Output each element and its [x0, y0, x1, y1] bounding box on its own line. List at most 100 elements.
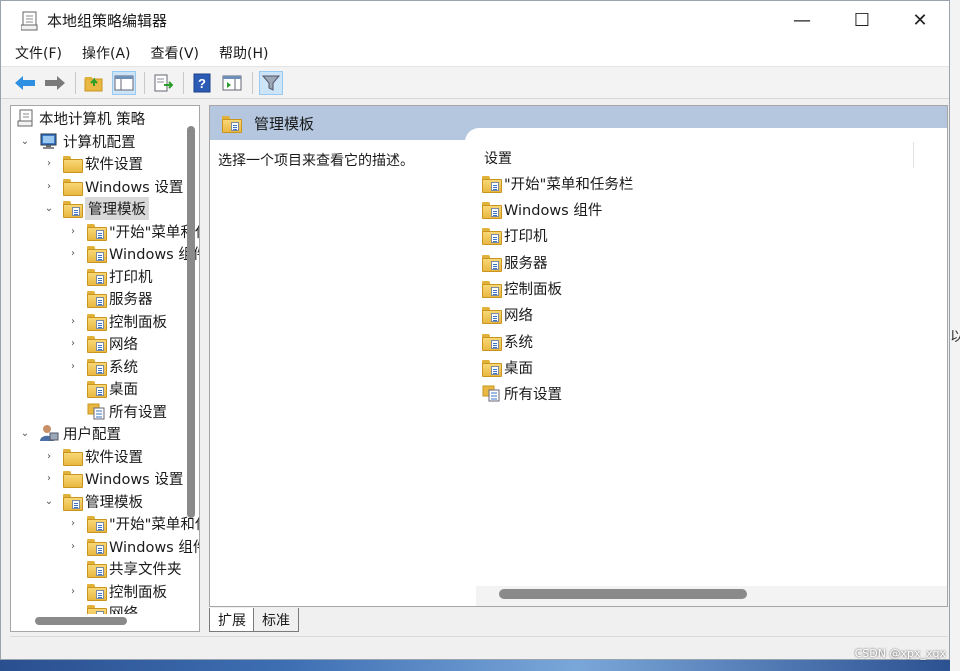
filter-button[interactable] [259, 70, 283, 95]
chevron-right-icon[interactable]: › [67, 316, 79, 327]
chevron-down-icon[interactable]: ⌄ [19, 136, 31, 147]
policy-folder-icon [87, 245, 107, 263]
details-horizontal-scrollbar[interactable] [499, 589, 747, 599]
tree-item-label: 系统 [109, 359, 138, 376]
tree-root[interactable]: 本地计算机 策略 [17, 107, 145, 129]
column-divider[interactable] [913, 142, 914, 168]
tree-item[interactable]: › Windows 组件 [11, 242, 199, 264]
chevron-right-icon[interactable]: › [43, 158, 55, 169]
tree-item[interactable]: › 网络 [11, 332, 138, 354]
properties-pane-button[interactable] [220, 71, 244, 95]
tree-item[interactable]: 网络 [11, 602, 138, 614]
menu-bar: 文件(F) 操作(A) 查看(V) 帮助(H) [1, 40, 949, 67]
tree-item-label: 控制面板 [109, 314, 167, 331]
back-button[interactable] [13, 71, 37, 95]
tree-item[interactable]: 共享文件夹 [11, 557, 182, 579]
tree-item[interactable]: › 控制面板 [11, 580, 167, 602]
tree-item[interactable]: › Windows 设置 [11, 467, 183, 489]
chevron-down-icon[interactable]: ⌄ [43, 496, 55, 507]
export-list-icon [154, 74, 173, 91]
chevron-down-icon[interactable]: ⌄ [43, 203, 55, 214]
list-item[interactable]: 网络 [482, 303, 533, 325]
chevron-right-icon[interactable]: › [67, 586, 79, 597]
tree-item-label: 管理模板 [85, 494, 143, 511]
folder-icon [63, 178, 83, 196]
tree-item-admin-templates-selected[interactable]: ⌄ 管理模板 [11, 196, 149, 220]
tab-extended[interactable]: 扩展 [209, 608, 255, 632]
tree-item-label: 控制面板 [109, 584, 167, 601]
tree-item[interactable]: › Windows 组件 [11, 535, 199, 557]
list-item-label: 系统 [504, 334, 533, 351]
help-icon: ? [193, 73, 211, 92]
list-item[interactable]: 系统 [482, 330, 533, 352]
list-item[interactable]: "开始"菜单和任务栏 [482, 172, 633, 194]
tree-item[interactable]: › 软件设置 [11, 445, 143, 467]
show-hide-tree-button[interactable] [112, 70, 136, 95]
tree-item[interactable]: › "开始"菜单和任务栏 [11, 512, 199, 534]
tree-item[interactable]: › 控制面板 [11, 310, 167, 332]
close-button[interactable]: ✕ [891, 1, 949, 40]
chevron-down-icon[interactable]: ⌄ [19, 428, 31, 439]
description-text: 选择一个项目来查看它的描述。 [218, 153, 414, 169]
chevron-right-icon[interactable]: › [67, 518, 79, 529]
tree-item[interactable]: 所有设置 [11, 400, 167, 422]
tree-item[interactable]: 服务器 [11, 287, 153, 309]
export-list-button[interactable] [151, 71, 175, 95]
tree-item[interactable]: › "开始"菜单和任务栏 [11, 220, 199, 242]
folder-icon [63, 448, 83, 466]
tree-item[interactable]: › 系统 [11, 355, 138, 377]
chevron-right-icon[interactable]: › [43, 473, 55, 484]
title-bar[interactable]: 本地组策略编辑器 — ☐ ✕ [1, 1, 949, 40]
chevron-right-icon[interactable]: › [43, 181, 55, 192]
menu-view[interactable]: 查看(V) [151, 43, 200, 63]
forward-button[interactable] [43, 71, 67, 95]
chevron-right-icon[interactable]: › [67, 248, 79, 259]
tree-item[interactable]: › Windows 设置 [11, 175, 183, 197]
tree-item-label: 打印机 [109, 269, 153, 286]
column-header-setting[interactable]: 设置 [484, 148, 512, 168]
tree-item[interactable]: 桌面 [11, 377, 138, 399]
up-one-level-button[interactable] [82, 71, 106, 95]
tree-item-label: 桌面 [109, 381, 138, 398]
menu-file[interactable]: 文件(F) [15, 43, 62, 63]
watermark-text: CSDN @xpx_xqx [854, 647, 946, 660]
chevron-right-icon[interactable]: › [67, 541, 79, 552]
filter-icon [262, 75, 280, 91]
tree-horizontal-scrollbar[interactable] [35, 617, 127, 625]
computer-icon [40, 133, 57, 149]
console-tree[interactable]: 本地计算机 策略 ⌄ 计算机配置 › 软件设置 › Windows 设置 ⌄ 管… [10, 105, 200, 632]
chevron-right-icon[interactable]: › [43, 451, 55, 462]
list-item[interactable]: 桌面 [482, 356, 533, 378]
tree-item[interactable]: › 软件设置 [11, 152, 143, 174]
policy-folder-icon [87, 313, 107, 331]
chevron-right-icon[interactable]: › [67, 361, 79, 372]
list-item[interactable]: 打印机 [482, 224, 548, 246]
maximize-button[interactable]: ☐ [833, 1, 891, 40]
menu-action[interactable]: 操作(A) [82, 43, 131, 63]
all-settings-icon [87, 403, 105, 420]
help-button[interactable]: ? [190, 71, 214, 95]
admin-template-folder-icon [63, 200, 83, 218]
tree-item[interactable]: 打印机 [11, 265, 153, 287]
list-item[interactable]: Windows 组件 [482, 198, 602, 220]
policy-editor-icon [20, 11, 39, 31]
tree-user-config[interactable]: ⌄ 用户配置 [11, 422, 121, 444]
tree-item[interactable]: ⌄ 管理模板 [11, 490, 143, 512]
admin-template-folder-icon [63, 493, 83, 511]
policy-folder-icon [87, 605, 107, 614]
tree-computer-config-label: 计算机配置 [63, 134, 136, 151]
list-item[interactable]: 所有设置 [482, 382, 562, 404]
tree-vertical-scrollbar[interactable] [187, 126, 195, 518]
chevron-right-icon[interactable]: › [67, 226, 79, 237]
tree-computer-config[interactable]: ⌄ 计算机配置 [11, 130, 136, 152]
menu-help[interactable]: 帮助(H) [219, 43, 268, 63]
policy-folder-icon [87, 335, 107, 353]
policy-folder-icon [87, 515, 107, 533]
tab-standard[interactable]: 标准 [253, 608, 299, 632]
list-item[interactable]: 控制面板 [482, 277, 562, 299]
minimize-button[interactable]: — [773, 1, 831, 40]
all-settings-icon [482, 385, 500, 402]
list-area-tab [465, 128, 947, 168]
chevron-right-icon[interactable]: › [67, 338, 79, 349]
list-item[interactable]: 服务器 [482, 251, 548, 273]
